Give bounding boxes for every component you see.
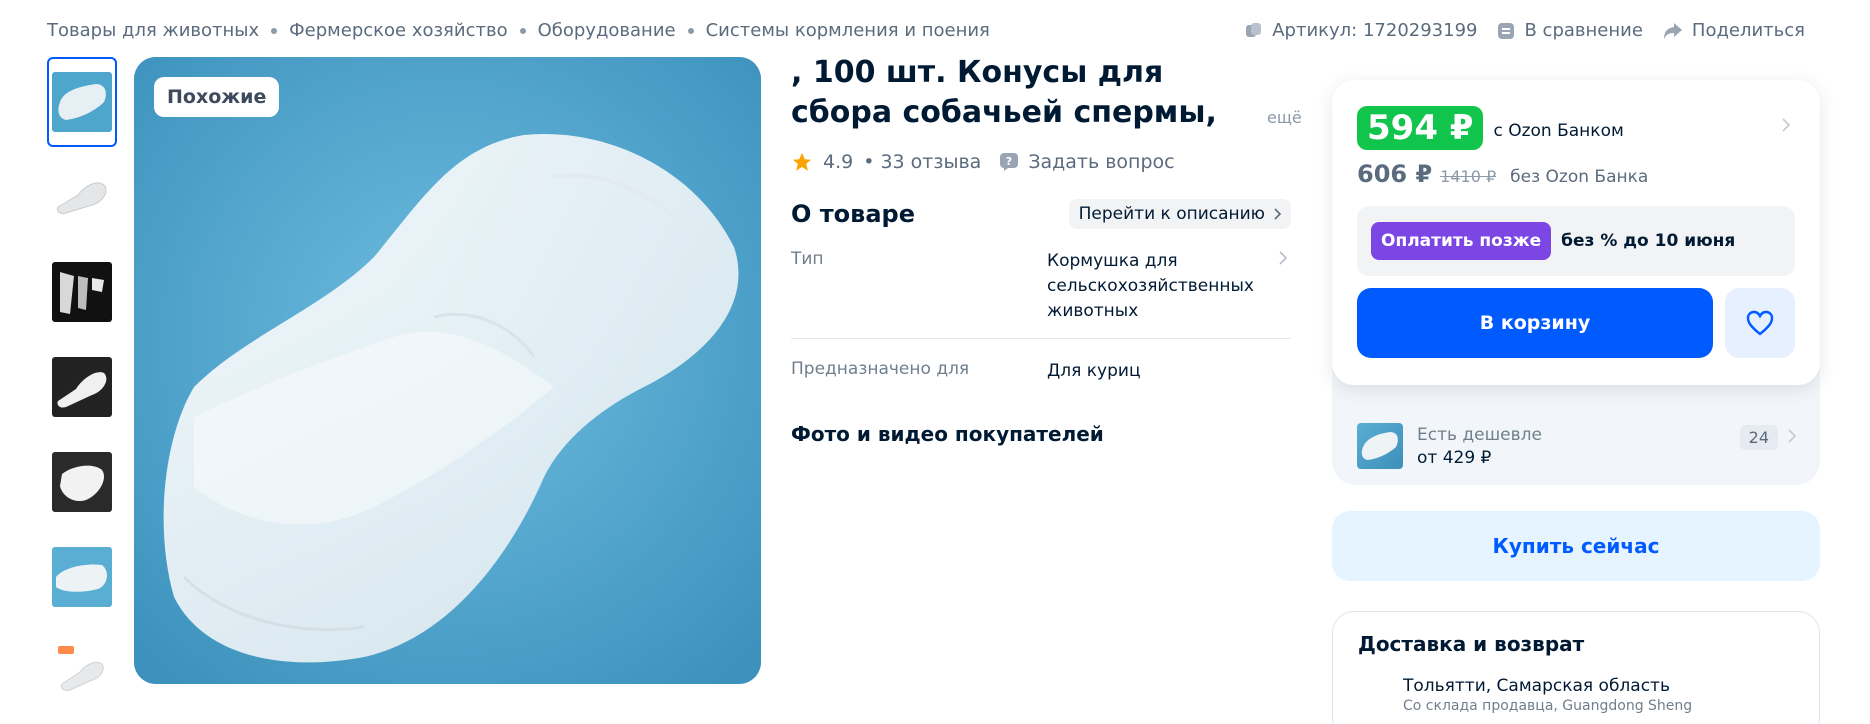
buy-panel: 594 ₽ с Ozon Банком 606 ₽ 1410 ₽ без Ozo… [1332,80,1820,724]
ozon-bank-label: с Ozon Банком [1493,121,1624,141]
thumbnail-image [52,452,112,512]
title-more-link[interactable]: ещё [1257,108,1302,127]
breadcrumb-separator [687,27,694,34]
thumbnail-image [52,262,112,322]
attribute-key: Предназначено для [791,359,970,379]
top-actions: Артикул: 1720293199 В сравнение Поделить… [1245,20,1805,41]
ozon-price-line[interactable]: 594 ₽ с Ozon Банком [1357,106,1795,150]
thumbnail[interactable] [47,437,117,527]
chevron-right-icon[interactable] [1279,251,1287,265]
cheaper-offer-image [1357,423,1403,469]
regular-price: 606 ₽ [1357,160,1433,188]
share-icon [1663,22,1682,39]
breadcrumb-item[interactable]: Товары для животных [47,20,259,41]
pay-later-text: без % до 10 июня [1561,231,1736,251]
attribute-key: Тип [791,249,824,269]
article-copy[interactable]: Артикул: 1720293199 [1245,20,1477,41]
customer-photos-title: Фото и видео покупателей [791,422,1104,446]
price-card: 594 ₽ с Ozon Банком 606 ₽ 1410 ₽ без Ozo… [1332,80,1820,385]
heart-icon [1746,310,1774,336]
compare-label: В сравнение [1524,20,1643,41]
compare-button[interactable]: В сравнение [1497,20,1643,41]
add-to-cart-button[interactable]: В корзину [1357,288,1713,358]
similar-button[interactable]: Похожие [154,77,280,117]
attribute-value: Кормушка для сельскохозяйственных животн… [1047,251,1254,321]
ask-question-link[interactable]: ? Задать вопрос [999,151,1175,173]
thumbnail-image [52,72,112,132]
buy-now-button[interactable]: Купить сейчас [1332,511,1820,581]
cheaper-count-badge: 24 [1739,425,1778,450]
delivery-block: Доставка и возврат Тольятти, Самарская о… [1332,611,1820,724]
thumbnail-image [52,167,112,227]
goto-description-button[interactable]: Перейти к описанию [1068,199,1291,229]
goto-description-label: Перейти к описанию [1078,204,1265,224]
favorite-button[interactable] [1725,288,1795,358]
product-info: , 100 шт. Конусы для сбора собачьей спер… [791,53,1302,446]
product-photo [134,57,761,684]
breadcrumb-item[interactable]: Оборудование [538,20,676,41]
pay-later-button[interactable]: Оплатить позже [1371,222,1552,260]
thumbnail[interactable] [47,627,117,717]
breadcrumb-item[interactable]: Фермерское хозяйство [289,20,507,41]
thumbnail[interactable] [47,247,117,337]
product-main-image[interactable]: Похожие [134,57,761,684]
thumbnail-image [52,547,112,607]
ozon-bank-price: 594 ₽ [1357,106,1484,150]
thumbnail[interactable] [47,342,117,432]
thumbnail[interactable] [47,57,117,147]
ask-question-label: Задать вопрос [1028,151,1175,173]
no-bank-label: без Ozon Банка [1510,167,1649,187]
price-block: 594 ₽ с Ozon Банком 606 ₽ 1410 ₽ без Ozo… [1332,80,1820,485]
share-label: Поделиться [1691,20,1805,41]
regular-price-line: 606 ₽ 1410 ₽ без Ozon Банка [1357,160,1795,188]
breadcrumb-separator [519,27,526,34]
cart-row: В корзину [1357,288,1795,358]
attribute-row: Тип Кормушка для сельскохозяйственных жи… [791,229,1291,339]
old-price: 1410 ₽ [1440,167,1497,186]
attribute-value: Для куриц [1047,361,1141,381]
about-header: О товаре Перейти к описанию [791,199,1291,229]
breadcrumb-item[interactable]: Системы кормления и поения [706,20,990,41]
reviews-count[interactable]: • 33 отзыва [863,151,981,173]
breadcrumb: Товары для животных Фермерское хозяйство… [47,20,990,41]
chevron-right-icon [1788,429,1796,443]
thumbnail-list [47,57,117,722]
thumbnail-image [52,642,112,702]
cheaper-price: от 429 ₽ [1417,447,1492,468]
product-title: , 100 шт. Конусы для сбора собачьей спер… [791,55,1217,130]
delivery-title: Доставка и возврат [1358,632,1585,656]
star-icon [792,152,812,171]
rating-row: 4.9 • 33 отзыва ? Задать вопрос [791,151,1291,173]
svg-text:?: ? [1006,155,1012,168]
attribute-row: Предназначено для Для куриц [791,339,1291,398]
share-button[interactable]: Поделиться [1663,20,1805,41]
thumbnail-image [52,357,112,417]
chevron-right-icon[interactable] [1782,118,1790,132]
breadcrumb-separator [271,27,278,34]
delivery-source: Со склада продавца, Guangdong Sheng [1403,698,1693,714]
cheaper-label: Есть дешевле [1417,424,1542,445]
cheaper-offers-row[interactable]: Есть дешевле от 429 ₽ 24 [1332,385,1820,485]
copy-icon [1246,22,1262,37]
delivery-city[interactable]: Тольятти, Самарская область [1403,676,1794,696]
pay-later-block: Оплатить позже без % до 10 июня [1357,206,1795,276]
compare-icon [1498,22,1515,39]
question-icon: ? [1000,153,1019,171]
about-title: О товаре [791,200,915,228]
rating-value[interactable]: 4.9 [823,151,853,173]
thumbnail[interactable] [47,532,117,622]
chevron-right-icon [1274,208,1281,220]
article-number: Артикул: 1720293199 [1272,20,1478,41]
thumbnail[interactable] [47,152,117,242]
